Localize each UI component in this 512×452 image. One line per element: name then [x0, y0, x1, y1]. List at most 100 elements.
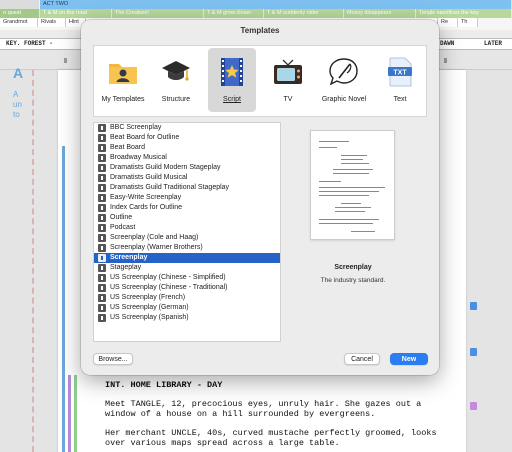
- category-label: Text: [393, 96, 407, 103]
- film-star-icon: [221, 58, 243, 86]
- category-bar: My Templates Structure Script TV Graphic…: [93, 45, 427, 117]
- template-list[interactable]: BBC Screenplay Beat Board for Outline Beat…: [93, 122, 281, 342]
- template-list-item[interactable]: Easy-Write Screenplay: [94, 193, 280, 203]
- timeline-character[interactable]: Grandmot: [0, 18, 38, 27]
- template-label: Screenplay (Warner Brothers): [110, 244, 203, 251]
- template-label: Dramatists Guild Musical: [110, 174, 188, 181]
- template-list-item[interactable]: Broadway Musical: [94, 153, 280, 163]
- timeline-scene[interactable]: Mossy disappears: [344, 9, 416, 18]
- category-tv[interactable]: TV: [264, 48, 312, 112]
- new-button[interactable]: New: [390, 353, 428, 365]
- template-label: US Screenplay (Spanish): [110, 314, 189, 321]
- preview-text-line: [341, 203, 361, 204]
- template-list-item[interactable]: Screenplay: [94, 253, 280, 263]
- template-label: Screenplay (Cole and Haag): [110, 234, 199, 241]
- script-doc-icon: [98, 214, 106, 222]
- timeline-character[interactable]: Rivals: [38, 18, 66, 27]
- scene-strip-label[interactable]: DAWN: [440, 39, 454, 49]
- ruler-marker[interactable]: [64, 58, 67, 63]
- inspector-text: A un to: [13, 90, 22, 119]
- template-label: Index Cards for Outline: [110, 204, 182, 211]
- preview-text-line: [351, 231, 375, 232]
- template-list-item[interactable]: US Screenplay (German): [94, 303, 280, 313]
- preview-text-line: [335, 211, 365, 212]
- template-list-item[interactable]: US Screenplay (Spanish): [94, 313, 280, 323]
- action-paragraph[interactable]: Her merchant UNCLE, 40s, curved mustache…: [105, 428, 445, 448]
- script-doc-icon: [98, 184, 106, 192]
- template-list-item[interactable]: Screenplay (Cole and Haag): [94, 233, 280, 243]
- storyline-bar: [74, 375, 77, 452]
- category-my-templates[interactable]: My Templates: [99, 48, 147, 112]
- script-doc-icon: [98, 314, 106, 322]
- script-doc-icon: [98, 194, 106, 202]
- template-preview-thumbnail: [310, 130, 395, 240]
- inspector-title: A: [13, 65, 24, 81]
- template-label: Broadway Musical: [110, 154, 167, 161]
- timeline-act[interactable]: ACT TWO: [40, 0, 512, 9]
- template-label: Podcast: [110, 224, 136, 231]
- txt-file-icon: TXT: [388, 57, 412, 87]
- category-graphic-novel[interactable]: Graphic Novel: [320, 48, 368, 112]
- scene-heading[interactable]: INT. HOME LIBRARY - DAY: [105, 380, 445, 390]
- template-list-item[interactable]: Stageplay: [94, 263, 280, 273]
- timeline-scene[interactable]: n quest: [0, 9, 40, 18]
- browse-button[interactable]: Browse...: [93, 353, 133, 365]
- note-marker-icon[interactable]: [470, 402, 477, 410]
- template-list-item[interactable]: BBC Screenplay: [94, 123, 280, 133]
- category-structure[interactable]: Structure: [152, 48, 200, 112]
- template-list-item[interactable]: Dramatists Guild Musical: [94, 173, 280, 183]
- timeline-scene[interactable]: T & M on the road: [40, 9, 112, 18]
- template-list-item[interactable]: Dramatists Guild Modern Stageplay: [94, 163, 280, 173]
- action-paragraph[interactable]: Meet TANGLE, 12, precocious eyes, unruly…: [105, 399, 445, 419]
- template-list-item[interactable]: Beat Board for Outline: [94, 133, 280, 143]
- script-doc-icon: [98, 224, 106, 232]
- timeline-scene[interactable]: Tangle sacrifices the key: [416, 9, 512, 18]
- preview-text-line: [319, 141, 349, 142]
- script-doc-icon: [98, 234, 106, 242]
- script-doc-icon: [98, 254, 106, 262]
- preview-text-line: [319, 147, 337, 148]
- timeline-scene[interactable]: The Creature!: [112, 9, 204, 18]
- preview-text-line: [341, 159, 363, 160]
- template-list-item[interactable]: US Screenplay (Chinese - Traditional): [94, 283, 280, 293]
- storyline-bar: [68, 375, 71, 452]
- cancel-button[interactable]: Cancel: [344, 353, 380, 365]
- scene-strip-label[interactable]: LATER: [484, 39, 502, 49]
- template-label: Dramatists Guild Traditional Stageplay: [110, 184, 230, 191]
- screenplay-text[interactable]: INT. HOME LIBRARY - DAY Meet TANGLE, 12,…: [105, 380, 445, 452]
- ruler-marker[interactable]: [444, 58, 447, 63]
- storyline-bar: [62, 146, 65, 452]
- template-list-item[interactable]: Beat Board: [94, 143, 280, 153]
- template-label: US Screenplay (Chinese - Simplified): [110, 274, 226, 281]
- template-list-item[interactable]: US Screenplay (Chinese - Simplified): [94, 273, 280, 283]
- svg-text:TXT: TXT: [393, 70, 407, 77]
- template-list-item[interactable]: Screenplay (Warner Brothers): [94, 243, 280, 253]
- template-label: US Screenplay (French): [110, 294, 186, 301]
- template-label: Easy-Write Screenplay: [110, 194, 182, 201]
- category-text[interactable]: TXT Text: [376, 48, 424, 112]
- category-script[interactable]: Script: [208, 48, 256, 112]
- note-marker-icon[interactable]: [470, 302, 477, 310]
- preview-text-line: [319, 191, 379, 192]
- page-guide: [32, 70, 34, 452]
- template-list-item[interactable]: US Screenplay (French): [94, 293, 280, 303]
- template-list-item[interactable]: Dramatists Guild Traditional Stageplay: [94, 183, 280, 193]
- template-list-item[interactable]: Outline: [94, 213, 280, 223]
- script-doc-icon: [98, 264, 106, 272]
- timeline-scene[interactable]: T & M suddenly older: [264, 9, 344, 18]
- timeline-scenes-row: n quest T & M on the road The Creature! …: [0, 9, 512, 18]
- timeline-character[interactable]: Re: [438, 18, 458, 27]
- preview-text-line: [341, 163, 369, 164]
- note-marker-icon[interactable]: [470, 348, 477, 356]
- script-doc-icon: [98, 294, 106, 302]
- template-list-item[interactable]: Index Cards for Outline: [94, 203, 280, 213]
- template-label: Beat Board for Outline: [110, 134, 180, 141]
- timeline-scene[interactable]: T & M grow closer: [204, 9, 264, 18]
- quill-icon: [329, 58, 358, 86]
- scene-strip-label[interactable]: KEY. FOREST -: [6, 39, 53, 49]
- preview-text-line: [335, 207, 371, 208]
- preview-text-line: [333, 173, 369, 174]
- script-doc-icon: [98, 304, 106, 312]
- template-list-item[interactable]: Podcast: [94, 223, 280, 233]
- timeline-character[interactable]: Th: [458, 18, 478, 27]
